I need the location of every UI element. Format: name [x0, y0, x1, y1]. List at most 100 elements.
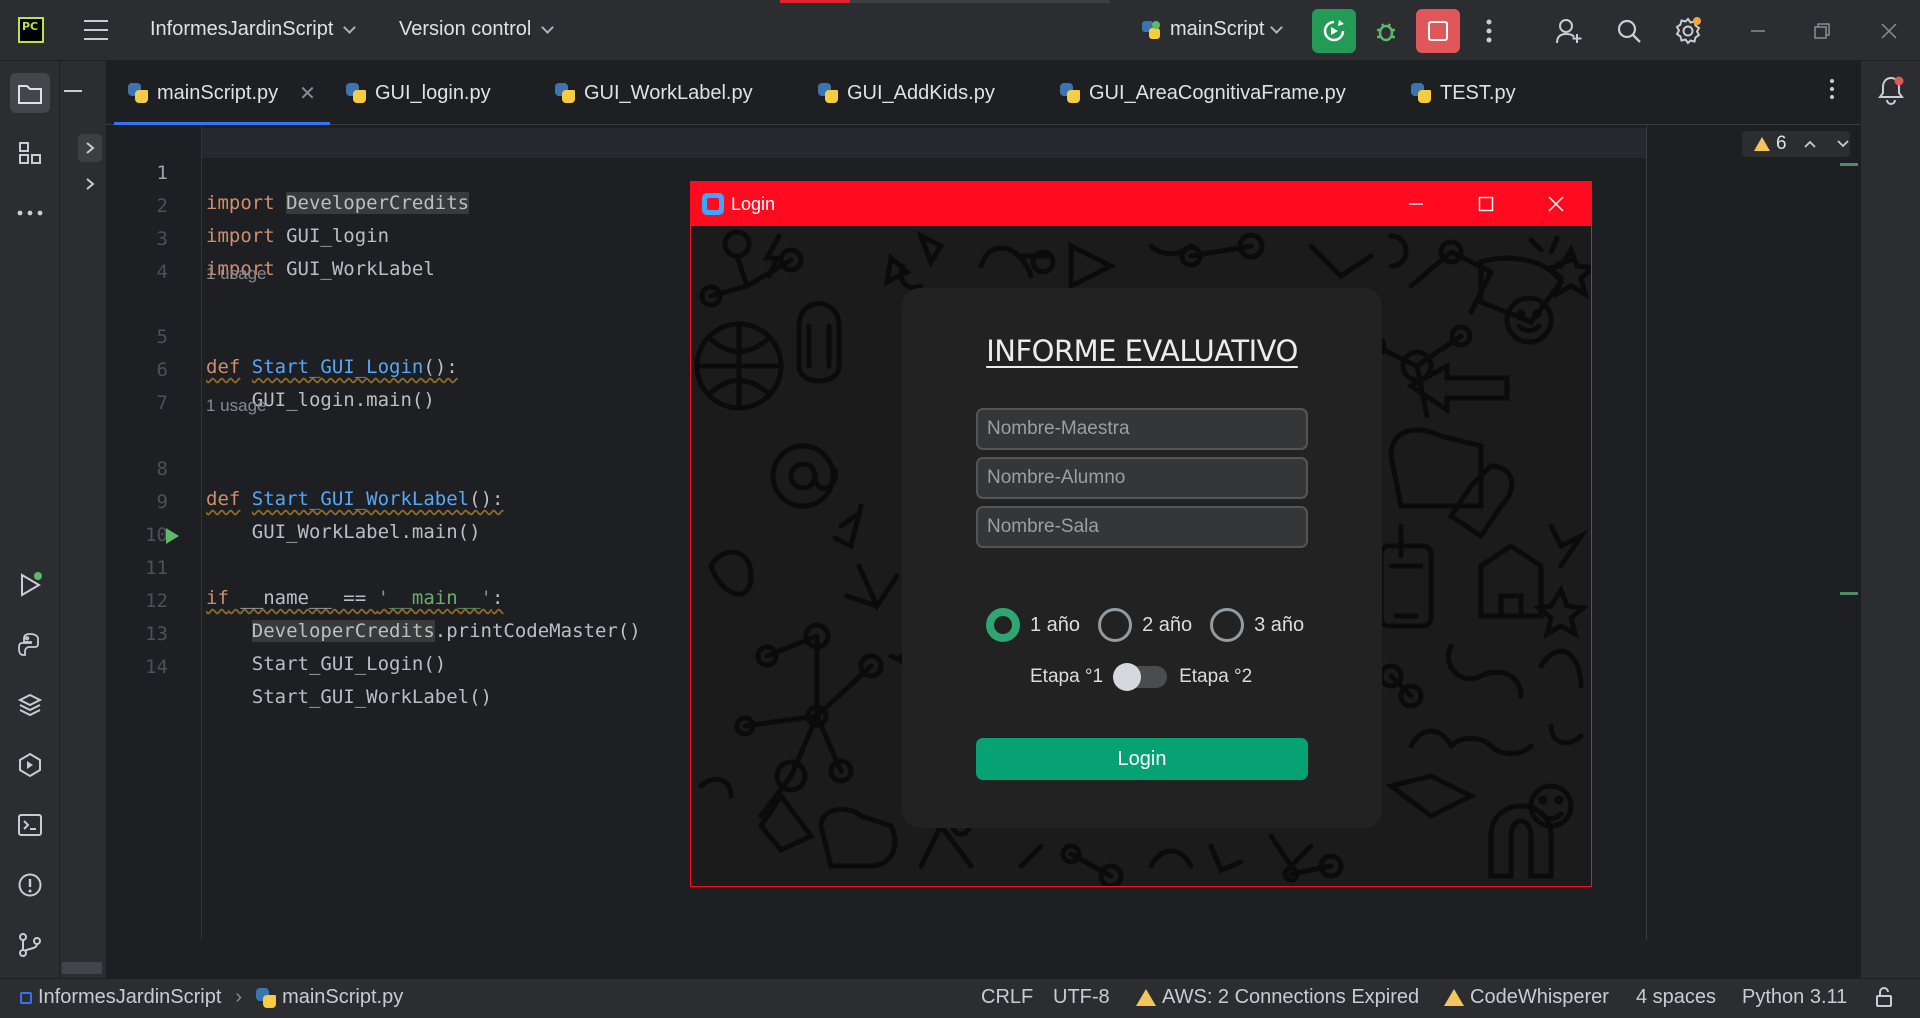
rerun-icon — [1323, 20, 1345, 42]
horizontal-scrollbar[interactable] — [62, 962, 102, 974]
stop-button[interactable] — [1416, 9, 1460, 53]
tab-options-icon[interactable] — [1830, 79, 1834, 99]
stage-switch-row: Etapa °1 Etapa °2 — [1030, 663, 1253, 691]
radio-unselected-icon[interactable] — [1098, 608, 1133, 642]
stage-toggle-switch[interactable] — [1113, 663, 1168, 691]
tab-label: GUI_WorkLabel.py — [584, 81, 753, 104]
login-title-bar[interactable]: Login — [691, 182, 1591, 226]
tab-label: GUI_AreaCognitivaFrame.py — [1089, 81, 1346, 104]
main-menu-icon[interactable] — [82, 16, 110, 44]
pycharm-logo-icon[interactable]: PC — [18, 17, 44, 43]
aws-status[interactable]: AWS: 2 Connections Expired — [1136, 986, 1419, 1009]
login-maximize-icon[interactable] — [1451, 182, 1521, 226]
services-icon[interactable] — [10, 745, 50, 785]
search-icon[interactable] — [1614, 16, 1644, 46]
tab-label: TEST.py — [1440, 81, 1516, 104]
teacher-name-input[interactable] — [976, 408, 1308, 450]
login-button[interactable]: Login — [976, 738, 1308, 780]
project-selector[interactable]: InformesJardinScript — [150, 18, 357, 41]
radio-2-ano[interactable]: 2 año — [1098, 608, 1192, 642]
tab-gui-login[interactable]: GUI_login.py — [346, 61, 491, 125]
project-pane-collapsed — [60, 61, 106, 978]
warning-icon — [1754, 137, 1770, 151]
radio-1-ano[interactable]: 1 año — [986, 608, 1080, 642]
inspection-widget[interactable]: 6 — [1742, 131, 1850, 157]
line-separator[interactable]: CRLF — [981, 986, 1033, 1009]
radio-label: 2 año — [1142, 613, 1193, 636]
collapse-pane-icon[interactable] — [64, 90, 82, 92]
radio-unselected-icon[interactable] — [1210, 608, 1245, 642]
tab-label: GUI_AddKids.py — [847, 81, 995, 104]
python-file-icon — [1060, 83, 1080, 103]
tab-test[interactable]: TEST.py — [1411, 61, 1516, 125]
usage-hint[interactable]: 1 usage — [206, 264, 267, 284]
login-window: Login INFORME EVALUATIVO Nombre-Maestra … — [690, 181, 1592, 887]
close-window-icon[interactable] — [1874, 16, 1904, 46]
minimize-window-icon[interactable] — [1743, 16, 1773, 46]
git-branch-icon[interactable] — [10, 925, 50, 965]
progress-track — [850, 0, 1110, 3]
breadcrumb[interactable]: InformesJardinScript › mainScript.py — [20, 986, 403, 1009]
chevron-up-icon[interactable] — [1803, 139, 1817, 149]
settings-gear-icon[interactable] — [1673, 16, 1703, 46]
usage-hint[interactable]: 1 usage — [206, 396, 267, 416]
login-card: INFORME EVALUATIVO 1 año 2 año 3 año Eta… — [902, 288, 1382, 828]
more-tools-icon[interactable] — [10, 193, 50, 233]
warning-icon — [1136, 989, 1156, 1006]
close-tab-icon[interactable]: ✕ — [299, 81, 316, 106]
switch-left-label: Etapa °1 — [1030, 666, 1104, 687]
bug-icon — [1377, 23, 1395, 42]
notifications-icon[interactable] — [1877, 75, 1905, 111]
vcs-selector[interactable]: Version control — [399, 18, 555, 41]
python-file-icon — [256, 987, 277, 1008]
login-close-icon[interactable] — [1521, 182, 1591, 226]
indent-setting[interactable]: 4 spaces — [1636, 986, 1716, 1009]
expand-arrow-icon[interactable] — [78, 134, 102, 162]
chevron-down-icon — [343, 20, 357, 34]
run-tool-icon[interactable] — [10, 565, 50, 605]
more-actions-icon[interactable] — [1474, 16, 1504, 46]
tab-gui-addkids[interactable]: GUI_AddKids.py — [818, 61, 995, 125]
tab-gui-worklabel[interactable]: GUI_WorkLabel.py — [555, 61, 753, 125]
project-folder-icon[interactable] — [10, 73, 50, 113]
module-icon — [20, 991, 32, 1004]
scroll-marker — [1840, 592, 1858, 595]
radio-selected-icon[interactable] — [986, 608, 1020, 642]
rerun-button[interactable] — [1312, 9, 1356, 53]
debug-button[interactable] — [1364, 9, 1408, 53]
python-interpreter[interactable]: Python 3.11 — [1742, 986, 1847, 1009]
lock-icon[interactable] — [1874, 986, 1894, 1008]
login-minimize-icon[interactable] — [1381, 182, 1451, 226]
vcs-label: Version control — [399, 18, 532, 40]
add-user-icon[interactable] — [1554, 16, 1584, 46]
terminal-icon[interactable] — [10, 805, 50, 845]
layers-icon[interactable] — [10, 685, 50, 725]
expand-arrow-icon[interactable] — [78, 170, 102, 198]
switch-right-label: Etapa °2 — [1179, 666, 1253, 687]
tab-label: GUI_login.py — [375, 81, 491, 104]
restore-window-icon[interactable] — [1807, 16, 1837, 46]
status-bar: InformesJardinScript › mainScript.py CRL… — [0, 978, 1920, 1018]
structure-icon[interactable] — [10, 133, 50, 173]
stop-icon — [1428, 21, 1448, 41]
chevron-down-icon[interactable] — [1836, 139, 1850, 149]
student-name-input[interactable] — [976, 457, 1308, 499]
radio-3-ano[interactable]: 3 año — [1210, 608, 1304, 642]
problems-icon[interactable] — [10, 865, 50, 905]
progress-indicator — [780, 0, 850, 3]
editor-tab-bar: mainScript.py ✕ GUI_login.py GUI_WorkLab… — [106, 61, 1860, 126]
radio-label: 3 año — [1254, 613, 1305, 636]
form-heading: INFORME EVALUATIVO — [986, 334, 1298, 368]
codewhisperer-status[interactable]: CodeWhisperer — [1444, 986, 1609, 1009]
python-run-icon — [1142, 20, 1160, 39]
breadcrumb-file[interactable]: mainScript.py — [282, 986, 403, 1009]
classroom-name-input[interactable] — [976, 506, 1308, 548]
chevron-down-icon — [1270, 20, 1284, 34]
file-encoding[interactable]: UTF-8 — [1053, 986, 1110, 1009]
run-config-label: mainScript — [1170, 18, 1265, 40]
breadcrumb-project[interactable]: InformesJardinScript — [38, 986, 221, 1009]
tab-mainscript[interactable]: mainScript.py ✕ — [114, 61, 330, 126]
python-console-icon[interactable] — [10, 625, 50, 665]
run-config-selector[interactable]: mainScript — [1140, 18, 1284, 41]
tab-gui-areacognitiva[interactable]: GUI_AreaCognitivaFrame.py — [1060, 61, 1346, 125]
